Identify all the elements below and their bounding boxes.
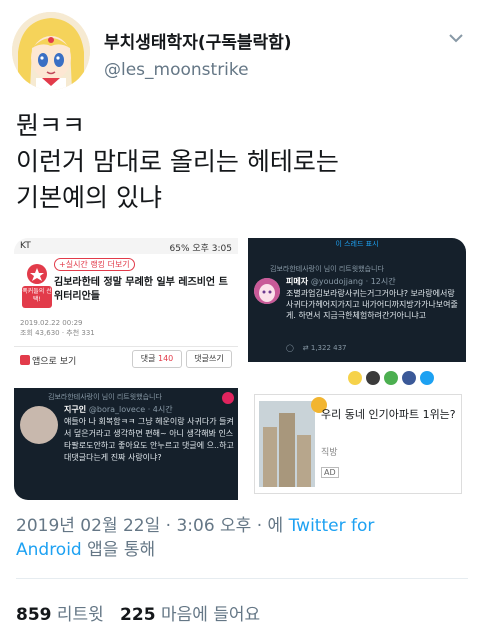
- ad-card[interactable]: 우리 동네 인기아파트 1위는? 직방 AD: [254, 394, 462, 494]
- media-panel-article[interactable]: KT 65% 오후 3:05 +실시간 랭킹 더보기 폭커들의 선택! 김보라한…: [14, 238, 238, 380]
- tweet-actions: ◯ ⇄ 1,322 437: [286, 344, 462, 352]
- ranking-tag: +실시간 랭킹 더보기: [54, 258, 135, 271]
- author-name: 피메자: [286, 277, 309, 286]
- write-comment-button[interactable]: 댓글쓰기: [186, 350, 232, 368]
- badge-label: 폭커들의 선택!: [22, 288, 52, 303]
- tweet-line: 이런거 맘대로 올리는 헤테로는: [16, 147, 339, 176]
- tweet-text: 뭔ㅋㅋ 이런거 맘대로 올리는 헤테로는 기본예의 있냐: [16, 108, 466, 216]
- comment-count: 140: [158, 354, 174, 363]
- ad-label: AD: [321, 467, 339, 478]
- divider: [14, 346, 238, 347]
- open-app-label: 앱으로 보기: [32, 357, 77, 367]
- divider: [16, 578, 468, 579]
- tweet-author: 지구인 @bora_lovece · 4시간: [64, 404, 173, 415]
- tweet-line: 기본예의 있냐: [16, 183, 162, 212]
- retweet-label[interactable]: 리트윗: [57, 605, 104, 625]
- avatar[interactable]: [20, 406, 58, 444]
- apartment-image: [259, 401, 315, 487]
- tweet-stats: 859 리트윗 225 마음에 들어요: [16, 600, 260, 625]
- media-panel-reply-tweet[interactable]: 김보라한테사랑이 님이 리트윗했습니다 지구인 @bora_lovece · 4…: [14, 388, 238, 500]
- retweet-icon[interactable]: ⇄: [303, 344, 309, 352]
- twitter-icon[interactable]: [420, 371, 434, 385]
- phone-status-bar: KT 65% 오후 3:05: [14, 238, 238, 254]
- retweet-count[interactable]: 859: [16, 605, 52, 625]
- ad-source: 직방: [321, 448, 338, 458]
- article-meta: 2019.02.22 00:29 조회 43,630 · 추천 331: [20, 318, 95, 338]
- media-panel-dark-tweet[interactable]: 이 스레드 표시 김보라한테사랑이 님이 리트윗했습니다 피메자 @youdoj…: [248, 238, 466, 362]
- article-date: 2019.02.22 00:29: [20, 319, 83, 327]
- timestamp-suffix: 앱을 통해: [81, 540, 156, 560]
- tweet-header: 부치생태학자(구독블락함) @les_moonstrike: [0, 0, 480, 100]
- retweeted-by: 김보라한테사랑이 님이 리트윗했습니다: [270, 265, 384, 273]
- like-count[interactable]: 225: [120, 605, 156, 625]
- tweet-body: 조별과업김보라랑사귀는거그거아냐? 보라랑에서랑사귀다가헤어지가지고 내가어디까…: [286, 289, 458, 320]
- author-name: 지구인: [64, 405, 87, 414]
- quote-icon: [222, 392, 234, 404]
- tweet-author: 피메자 @youdojjang · 12시간: [286, 276, 396, 287]
- emoji-icon[interactable]: [348, 371, 362, 385]
- sailor-moon-avatar-icon[interactable]: [12, 12, 90, 90]
- timestamp-text: 2019년 02월 22일 · 3:06 오후 · 에: [16, 516, 289, 536]
- tweet-body: 얘들아 나 회복함ㅋㅋ 그냥 헤운이랑 사귀다가 들켜서 덮은거라고 생각하면 …: [64, 417, 234, 462]
- client-link-line1[interactable]: Twitter for: [289, 516, 375, 536]
- display-name[interactable]: 부치생태학자(구독블락함): [104, 28, 292, 53]
- tweet-line: 뭔ㅋㅋ: [16, 111, 86, 140]
- article-views: 조회 43,630 · 추천 331: [20, 329, 95, 337]
- author-handle: @bora_lovece · 4시간: [88, 405, 173, 414]
- article-title[interactable]: 김보라한테 정말 무례한 일부 레즈비언 트위터리안들: [54, 276, 232, 304]
- author-handle: @youdojjang · 12시간: [310, 277, 396, 286]
- chevron-down-icon[interactable]: [446, 28, 466, 48]
- media-panel-ad[interactable]: 우리 동네 인기아파트 1위는? 직방 AD: [248, 370, 466, 500]
- comments-button[interactable]: 댓글 140: [132, 350, 182, 368]
- facebook-icon[interactable]: [402, 371, 416, 385]
- client-link-line2[interactable]: Android: [16, 540, 82, 560]
- carrier-label: KT: [20, 241, 31, 251]
- badge-icon: 폭커들의 선택!: [20, 262, 54, 310]
- like-label[interactable]: 마음에 들어요: [161, 605, 260, 625]
- ad-title[interactable]: 우리 동네 인기아파트 1위는?: [321, 407, 457, 423]
- comments-label: 댓글: [140, 354, 156, 363]
- share-icons: [344, 370, 466, 386]
- reply-icon[interactable]: ◯: [286, 344, 294, 352]
- retweeted-by: 김보라한테사랑이 님이 리트윗했습니다: [48, 393, 162, 401]
- action-counts: 1,322 437: [310, 344, 347, 352]
- avatar[interactable]: [254, 278, 280, 304]
- media-grid[interactable]: KT 65% 오후 3:05 +실시간 랭킹 더보기 폭커들의 선택! 김보라한…: [14, 238, 466, 500]
- line-icon[interactable]: [384, 371, 398, 385]
- app-icon: [20, 355, 30, 365]
- battery-time-label: 65% 오후 3:05: [169, 244, 233, 254]
- tweet-timestamp: 2019년 02월 22일 · 3:06 오후 · 에 Twitter for A…: [16, 514, 466, 562]
- kakao-icon[interactable]: [366, 371, 380, 385]
- user-handle[interactable]: @les_moonstrike: [104, 60, 249, 80]
- open-app-link[interactable]: 앱으로 보기: [20, 354, 76, 367]
- show-thread-label[interactable]: 이 스레드 표시: [248, 238, 466, 250]
